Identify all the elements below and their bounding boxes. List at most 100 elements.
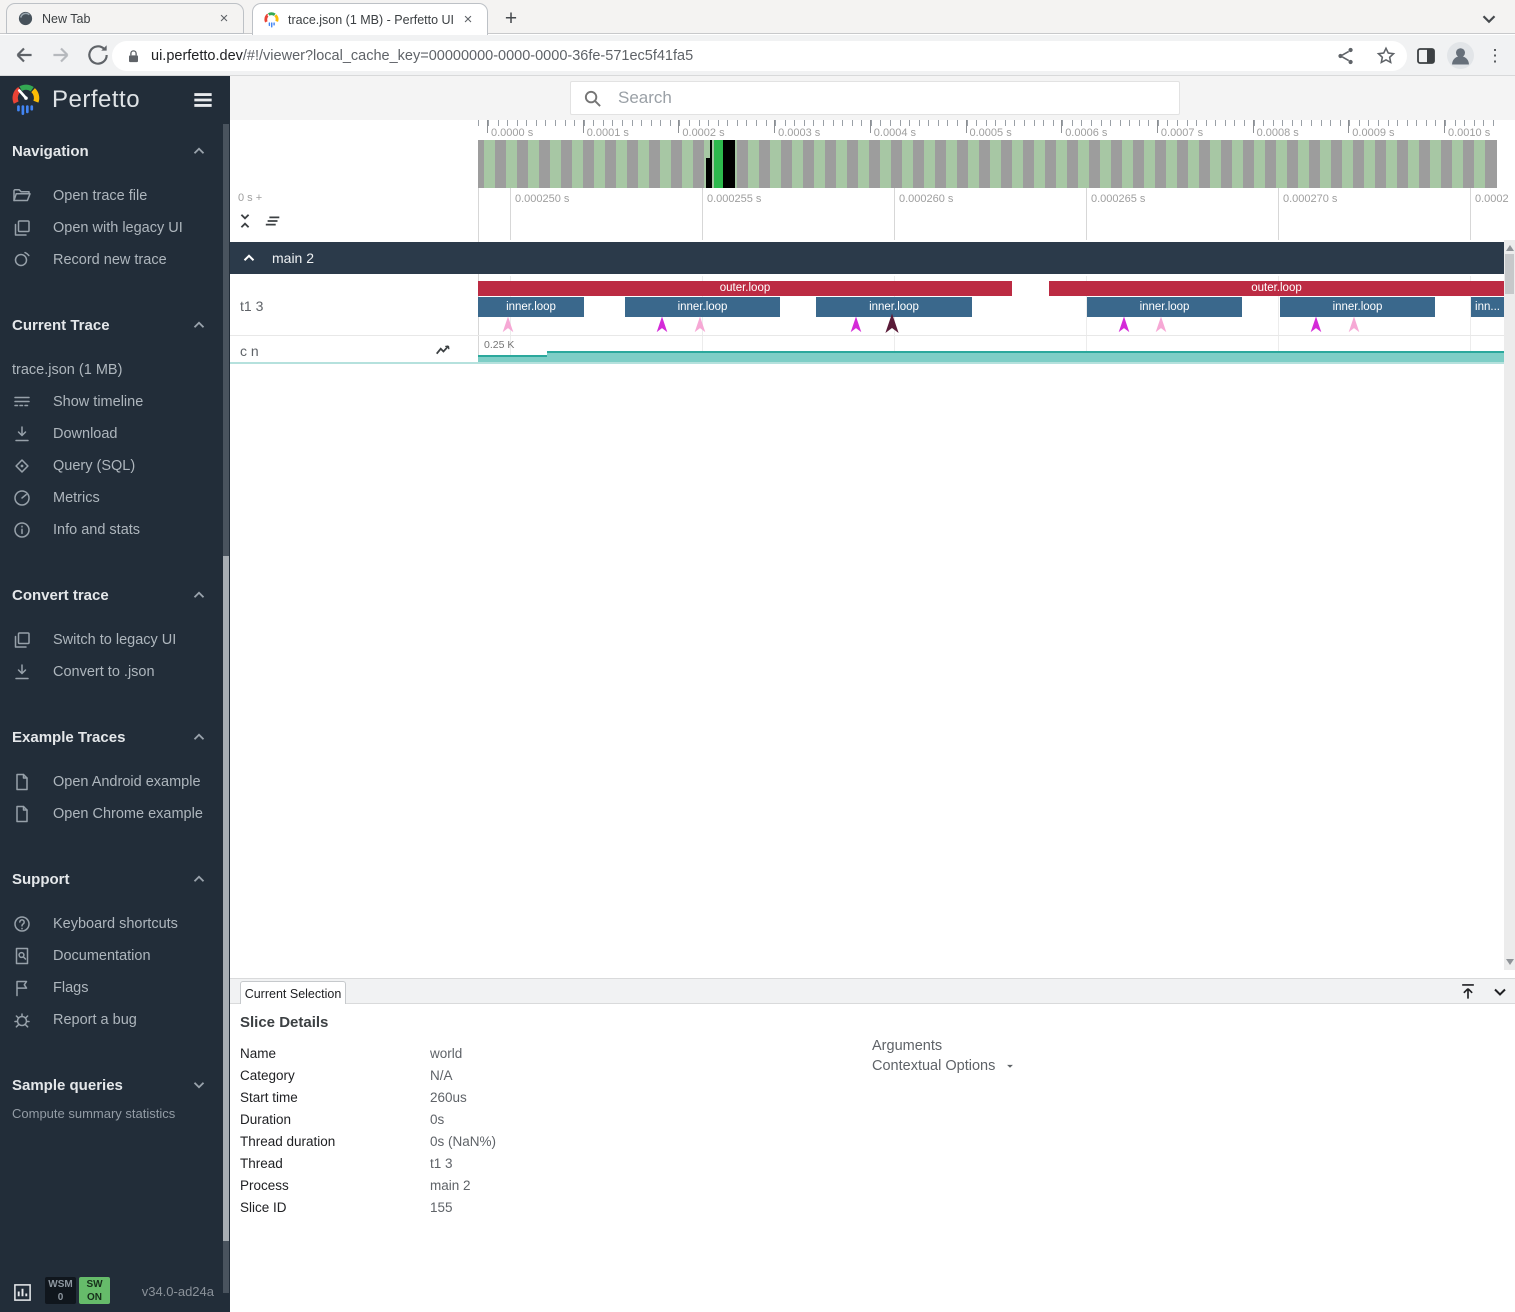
scroll-down-arrow-icon[interactable] <box>1506 959 1514 965</box>
sidebar-section-subtitle[interactable]: Compute summary statistics <box>0 1106 222 1121</box>
sidebar-section-header-example-traces[interactable]: Example Traces <box>0 724 222 750</box>
collapse-tracks-icon[interactable] <box>236 212 254 230</box>
ruler-minor-tick <box>967 120 968 126</box>
chevron-down-icon <box>190 1076 208 1094</box>
instant-marker-selected[interactable] <box>885 313 900 334</box>
url-bar[interactable]: ui.perfetto.dev/#!/viewer?local_cache_ke… <box>112 41 1407 71</box>
counter-area-segment[interactable] <box>547 351 1504 362</box>
instant-marker-pink[interactable] <box>502 316 514 333</box>
axis-time-label: 0.000270 s <box>1283 193 1337 205</box>
sidebar-item-documentation[interactable]: Documentation <box>0 940 222 972</box>
current-selection-tab[interactable]: Current Selection <box>240 981 346 1006</box>
thread-track-lane[interactable]: outer.loopouter.loopinner.loopinner.loop… <box>478 276 1504 335</box>
forward-button[interactable] <box>48 42 74 68</box>
sidebar-section-header-sample-queries[interactable]: Sample queries <box>0 1072 222 1098</box>
slice-outer-loop[interactable]: outer.loop <box>1049 281 1504 296</box>
ruler-major-tick <box>1157 120 1158 133</box>
sidebar-item-flags[interactable]: Flags <box>0 972 222 1004</box>
viewport-region-shade[interactable] <box>723 140 735 188</box>
sidebar-item-download[interactable]: Download <box>0 418 222 450</box>
detail-row: Processmain 2 <box>240 1174 800 1196</box>
details-panel-header[interactable]: Current Selection <box>230 978 1515 1004</box>
new-tab-button[interactable]: + <box>498 6 524 32</box>
tab-close-icon[interactable]: × <box>459 11 477 29</box>
sidebar-item-label: Keyboard shortcuts <box>53 916 178 932</box>
sidebar-item-trace-json-1-mb[interactable]: trace.json (1 MB) <box>0 354 222 386</box>
counter-area-segment[interactable] <box>478 355 547 362</box>
sidebar-scrollbar-thumb[interactable] <box>223 556 229 1241</box>
sidebar-item-info-and-stats[interactable]: Info and stats <box>0 514 222 546</box>
slice-inner-loop[interactable]: inner.loop <box>1087 297 1242 317</box>
collapse-panel-chevron-icon[interactable] <box>1490 982 1510 1002</box>
scrollbar-thumb[interactable] <box>1505 254 1514 294</box>
slice-inner-loop[interactable]: inn... <box>1471 297 1504 317</box>
expand-panel-icon[interactable] <box>1458 982 1478 1002</box>
ruler-minor-tick <box>1435 120 1436 126</box>
process-group-header[interactable]: main 2 <box>230 242 1504 274</box>
ruler-minor-tick <box>1254 120 1255 126</box>
viewport-region-highlight[interactable] <box>714 140 723 188</box>
bookmark-star-icon[interactable] <box>1375 45 1397 67</box>
track-filter-icon[interactable] <box>264 212 282 230</box>
instant-marker-magenta[interactable] <box>656 316 668 333</box>
sidebar-item-metrics[interactable]: Metrics <box>0 482 222 514</box>
sidebar-item-open-android-example[interactable]: Open Android example <box>0 766 222 798</box>
timeline-minimap[interactable] <box>478 140 1497 188</box>
chevron-up-icon[interactable] <box>240 249 258 267</box>
search-input[interactable] <box>618 88 1167 108</box>
detail-row: Threadt1 3 <box>240 1152 800 1174</box>
browser-tab-perfetto[interactable]: trace.json (1 MB) - Perfetto UI × <box>252 3 488 35</box>
slice-outer-loop[interactable]: outer.loop <box>478 281 1012 296</box>
app-topbar <box>230 76 1515 120</box>
share-icon[interactable] <box>1335 45 1357 67</box>
tab-list-chevron-icon[interactable] <box>1478 8 1500 28</box>
sidebar-item-open-trace-file[interactable]: Open trace file <box>0 180 222 212</box>
sidebar-section-header-support[interactable]: Support <box>0 866 222 892</box>
instant-marker-magenta[interactable] <box>1118 316 1130 333</box>
detail-label: Duration <box>240 1112 430 1127</box>
sidebar-item-record-new-trace[interactable]: Record new trace <box>0 244 222 276</box>
slice-inner-loop[interactable]: inner.loop <box>478 297 584 317</box>
browser-menu-icon[interactable]: ⋮ <box>1483 44 1507 68</box>
back-button[interactable] <box>11 42 37 68</box>
detail-row: Nameworld <box>240 1042 800 1064</box>
perf-stats-icon[interactable] <box>13 1283 32 1302</box>
timeline-vertical-scrollbar[interactable] <box>1504 240 1515 970</box>
reload-button[interactable] <box>85 42 111 68</box>
instant-marker-pink[interactable] <box>1348 316 1360 333</box>
sidebar-section-header-current-trace[interactable]: Current Trace <box>0 312 222 338</box>
slice-inner-loop[interactable]: inner.loop <box>1280 297 1435 317</box>
search-box[interactable] <box>570 81 1180 115</box>
profile-avatar[interactable] <box>1447 42 1474 69</box>
sidebar-section-header-navigation[interactable]: Navigation <box>0 138 222 164</box>
instant-marker-magenta[interactable] <box>850 316 862 333</box>
browser-tab-newtab[interactable]: New Tab × <box>6 3 244 34</box>
ruler-tick-label: 0.0001 s <box>587 127 629 139</box>
sidebar-item-switch-to-legacy-ui[interactable]: Switch to legacy UI <box>0 624 222 656</box>
sidebar-item-query-sql[interactable]: Query (SQL) <box>0 450 222 482</box>
instant-marker-pink[interactable] <box>1155 316 1167 333</box>
viewport-marker-notch[interactable] <box>706 158 712 188</box>
counter-track-lane[interactable]: 0.25 K <box>478 337 1504 362</box>
sidebar-scrollbar[interactable] <box>223 124 229 1293</box>
sidebar-item-show-timeline[interactable]: Show timeline <box>0 386 222 418</box>
instant-marker-magenta[interactable] <box>1310 316 1322 333</box>
ruler-major-tick <box>966 120 967 133</box>
slice-inner-loop[interactable]: inner.loop <box>625 297 780 317</box>
sidebar-item-keyboard-shortcuts[interactable]: Keyboard shortcuts <box>0 908 222 940</box>
scroll-up-arrow-icon[interactable] <box>1506 245 1514 251</box>
sidebar-item-convert-to-json[interactable]: Convert to .json <box>0 656 222 688</box>
sidebar-item-open-chrome-example[interactable]: Open Chrome example <box>0 798 222 830</box>
sidebar-section-header-convert-trace[interactable]: Convert trace <box>0 582 222 608</box>
ruler-minor-tick <box>1139 120 1140 126</box>
ruler-minor-tick <box>1368 120 1369 126</box>
instant-marker-pink[interactable] <box>694 316 706 333</box>
ruler-major-tick <box>1253 120 1254 133</box>
side-panel-icon[interactable] <box>1414 44 1438 68</box>
sidebar-item-report-a-bug[interactable]: Report a bug <box>0 1004 222 1036</box>
contextual-options-dropdown[interactable]: Contextual Options <box>872 1056 1017 1076</box>
sidebar-item-open-with-legacy-ui[interactable]: Open with legacy UI <box>0 212 222 244</box>
menu-hamburger-icon[interactable] <box>190 87 216 113</box>
info-icon <box>12 520 32 540</box>
tab-close-icon[interactable]: × <box>215 10 233 28</box>
